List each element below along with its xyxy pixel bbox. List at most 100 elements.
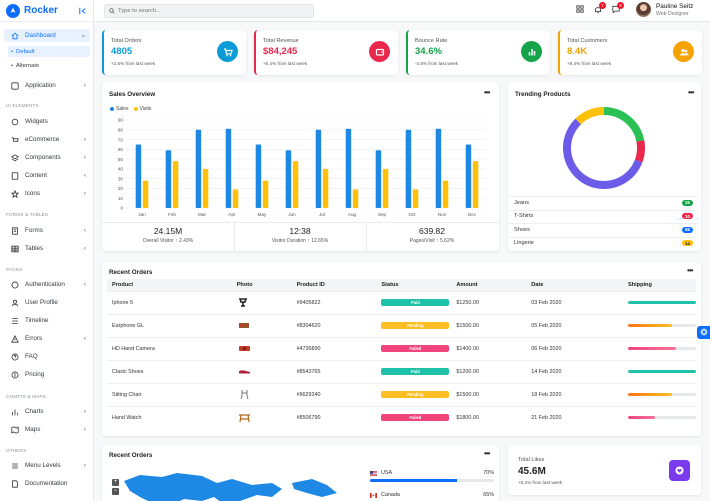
sidebar-item-menu-levels[interactable]: Menu Levels ‹ — [4, 459, 90, 472]
column-header-status[interactable]: Status — [376, 279, 452, 291]
bar-sales-nov[interactable] — [435, 128, 442, 208]
zoom-in-button[interactable]: + — [112, 479, 119, 486]
more-options-icon[interactable]: ••• — [688, 88, 694, 97]
trending-row-t-shirts[interactable]: T-Shirts 10 — [508, 209, 698, 222]
bar-visits-sep[interactable] — [382, 168, 389, 208]
sidebar-item-faq[interactable]: FAQ — [4, 350, 90, 363]
column-header-product-id[interactable]: Product ID — [291, 279, 377, 291]
table-row[interactable]: Iphone 5 #9405822 Paid $1250.00 03 Feb 2020 — [107, 290, 696, 314]
table-row[interactable]: HD Hand Camera #4736890 Failed $1400.00 06 F… — [107, 336, 696, 360]
status-badge: Pending — [381, 322, 450, 329]
table-row[interactable]: Sitting Chair #9629240 Pending $1500.00 18 F… — [107, 382, 696, 406]
table-row[interactable]: Earphone GL #8304620 Pending $1500.00 05 Feb… — [107, 313, 696, 337]
stat-card-bounce-rate: Bounce Rate 34.6% -4.5% from last week — [406, 30, 550, 75]
donut-slice-shoes[interactable] — [563, 118, 643, 189]
stat-change: +8.4% from last week — [567, 61, 612, 66]
column-header-product[interactable]: Product — [107, 279, 232, 291]
bar-sales-dec[interactable] — [465, 144, 472, 208]
zoom-out-button[interactable]: − — [112, 488, 119, 495]
search-input[interactable] — [118, 8, 298, 14]
sidebar-item-tables[interactable]: Tables ‹ — [4, 242, 90, 255]
cell-photo — [231, 290, 292, 314]
chevron-left-icon: ‹ — [83, 172, 86, 179]
collapse-sidebar-icon[interactable] — [79, 7, 87, 15]
bar-sales-oct[interactable] — [405, 129, 412, 208]
sidebar-item-authentication[interactable]: Authentication ‹ — [4, 278, 90, 291]
bell-icon[interactable]: 7 — [594, 2, 606, 16]
bar-visits-may[interactable] — [262, 180, 269, 208]
sidebar-item-dashboard[interactable]: Dashboard ⌄ — [4, 29, 90, 42]
column-header-photo[interactable]: Photo — [231, 279, 292, 291]
table-row[interactable]: Hand Watch #8506790 Failed $1800.00 21 Feb 2… — [107, 405, 696, 429]
apps-grid-icon[interactable] — [576, 5, 584, 15]
sidebar-item-charts[interactable]: Charts ‹ — [4, 405, 90, 418]
cell-amount: $1200.00 — [451, 359, 527, 383]
bar-visits-mar[interactable] — [202, 168, 209, 208]
trending-row-lingerie[interactable]: Lingerie 14 — [508, 236, 698, 249]
y-tick-label: 50 — [118, 157, 124, 162]
bar-sales-jun[interactable] — [285, 150, 292, 208]
bar-sales-may[interactable] — [255, 144, 262, 208]
sidebar-item-ecommerce[interactable]: eCommerce ‹ — [4, 133, 90, 146]
sidebar-item-label: Dashboard — [25, 32, 56, 39]
message-icon[interactable]: 8 — [612, 2, 624, 16]
donut-slice-jeans[interactable] — [603, 107, 645, 142]
sidebar-item-user-profile[interactable]: User Profile — [4, 296, 90, 309]
sidebar-item-components[interactable]: Components ‹ — [4, 151, 90, 164]
more-options-icon[interactable]: ••• — [484, 449, 490, 458]
sidebar-item-content[interactable]: Content ‹ — [4, 169, 90, 182]
bar-visits-nov[interactable] — [442, 180, 449, 208]
sidebar-item-errors[interactable]: Errors ‹ — [4, 332, 90, 345]
column-header-date[interactable]: Date — [526, 279, 623, 291]
cell-shipping — [622, 382, 696, 406]
bar-sales-sep[interactable] — [375, 150, 382, 208]
bar-visits-oct[interactable] — [412, 189, 419, 208]
bar-sales-jul[interactable] — [315, 129, 322, 208]
settings-gear-button[interactable] — [697, 326, 710, 339]
sidebar-item-pricing[interactable]: Pricing — [4, 368, 90, 381]
search-box[interactable] — [104, 4, 314, 18]
bar-visits-jul[interactable] — [322, 168, 329, 208]
table-row[interactable]: Clasic Shoes #8543765 Paid $1200.00 14 Feb 2… — [107, 359, 696, 383]
sidebar-subitem-alternate[interactable]: • Alternate — [11, 63, 39, 69]
more-options-icon[interactable]: ••• — [687, 266, 693, 275]
stat-value: 8.4K — [567, 46, 588, 57]
summary-label: Visitor Duration ↑ 12.65% — [271, 238, 329, 244]
more-options-icon[interactable]: ••• — [484, 88, 490, 97]
chevron-left-icon: ‹ — [83, 408, 86, 415]
sidebar-item-forms[interactable]: Forms ‹ — [4, 224, 90, 237]
legend-item-visits[interactable]: Visits — [133, 106, 151, 112]
bar-visits-dec[interactable] — [472, 161, 479, 208]
bar-sales-mar[interactable] — [195, 129, 202, 208]
bar-visits-jun[interactable] — [292, 161, 299, 208]
bar-sales-jan[interactable] — [135, 144, 142, 208]
sidebar-item-documentation[interactable]: Documentation — [4, 477, 90, 490]
sidebar-subitem-default[interactable]: • Default — [8, 46, 90, 57]
trending-row-jeans[interactable]: Jeans 25 — [508, 196, 698, 208]
trending-row-shoes[interactable]: Shoes 65 — [508, 223, 698, 235]
donut-slice-t-shirts[interactable] — [634, 140, 645, 163]
sidebar-item-maps[interactable]: Maps ‹ — [4, 423, 90, 436]
sidebar-item-application[interactable]: Application ‹ — [4, 79, 90, 92]
y-tick-label: 30 — [118, 176, 124, 181]
legend-item-sales[interactable]: Sales — [110, 106, 129, 112]
bar-visits-jan[interactable] — [142, 180, 149, 208]
user-menu[interactable]: Pauline Seitz Web Designer — [636, 2, 693, 17]
cell-product: Hand Watch — [107, 405, 232, 429]
heart-icon — [669, 460, 690, 481]
donut-slice-lingerie[interactable] — [575, 107, 605, 125]
bar-sales-apr[interactable] — [225, 128, 232, 208]
trending-products-card: Trending Products ••• Jeans 25 T-Shirts 10 S… — [508, 82, 701, 251]
bar-sales-feb[interactable] — [165, 150, 172, 208]
summary-value: 639.82 — [419, 226, 445, 236]
world-map[interactable] — [122, 467, 362, 501]
bar-visits-apr[interactable] — [232, 189, 239, 208]
bar-sales-aug[interactable] — [345, 128, 352, 208]
sidebar-item-icons[interactable]: Icons ‹ — [4, 187, 90, 200]
column-header-amount[interactable]: Amount — [451, 279, 527, 291]
sidebar-item-timeline[interactable]: Timeline — [4, 314, 90, 327]
bar-visits-aug[interactable] — [352, 189, 359, 208]
column-header-shipping[interactable]: Shipping — [622, 279, 696, 291]
sidebar-item-widgets[interactable]: Widgets — [4, 115, 90, 128]
bar-visits-feb[interactable] — [172, 161, 179, 208]
